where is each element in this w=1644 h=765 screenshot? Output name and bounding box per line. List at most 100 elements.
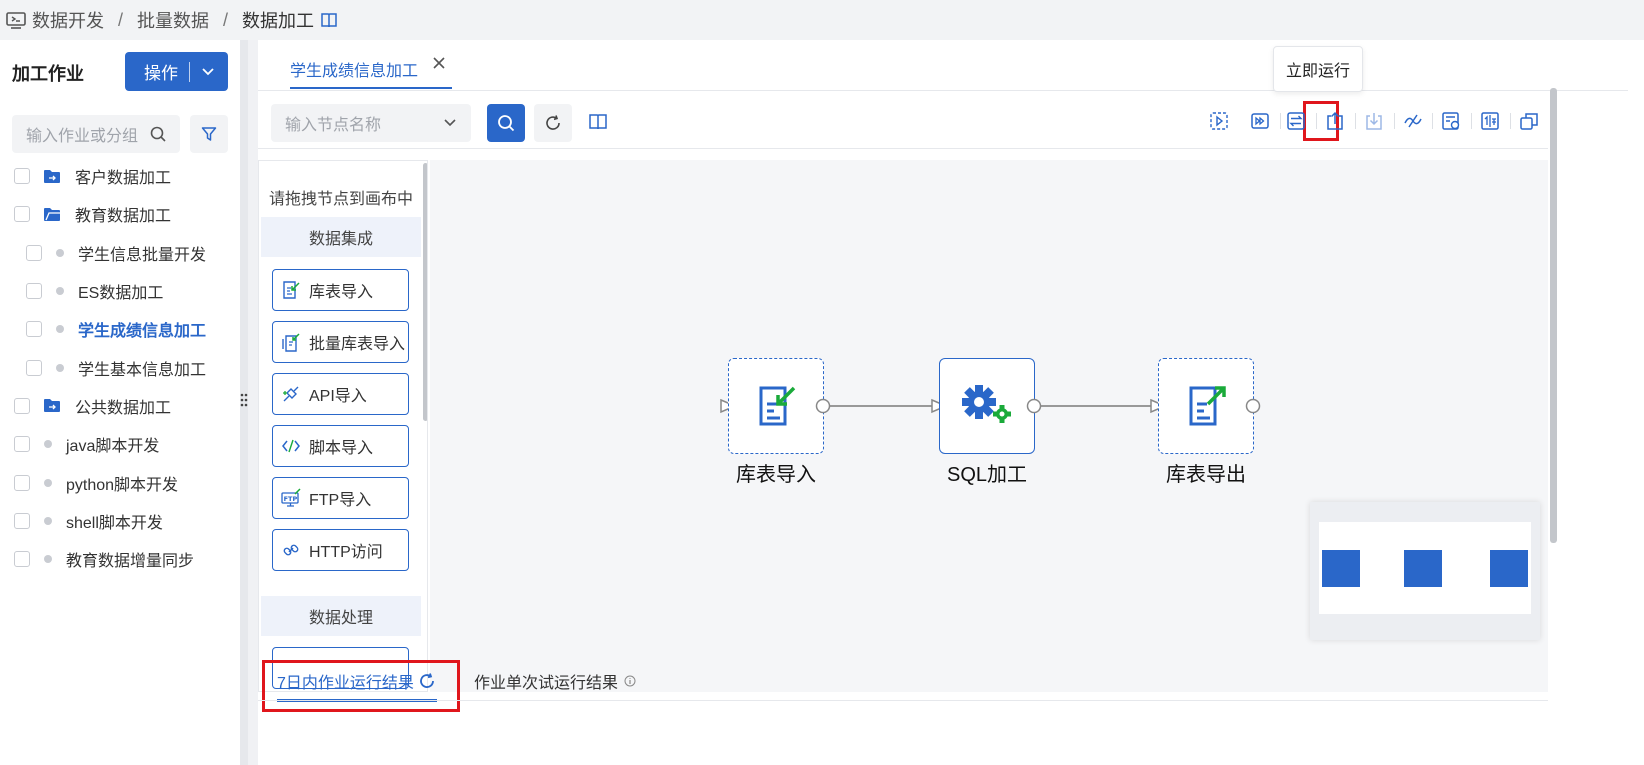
checkbox[interactable]: [14, 551, 30, 568]
checkbox[interactable]: [14, 168, 30, 185]
tree-item-label: 教育数据增量同步: [66, 553, 195, 571]
schedule-icon[interactable]: [1440, 110, 1462, 132]
flow-node-label: SQL加工: [946, 464, 1028, 486]
divider: [258, 148, 1548, 149]
checkbox[interactable]: [14, 436, 30, 453]
download-icon[interactable]: [1363, 110, 1385, 132]
tree-job-student-basic[interactable]: 学生基本信息加工: [0, 348, 240, 386]
refresh-button[interactable]: [534, 104, 572, 142]
folder-icon: [43, 169, 61, 184]
tree-job-python[interactable]: python脚本开发: [0, 463, 240, 501]
job-dot-icon: [44, 516, 52, 525]
tab-label: 作业单次试运行结果: [474, 675, 619, 692]
checkbox[interactable]: [26, 244, 42, 261]
tree-folder-public[interactable]: 公共数据加工: [0, 387, 240, 425]
node-search-placeholder: 输入节点名称: [285, 117, 382, 134]
operate-button-label: 操作: [144, 64, 178, 83]
tree-job-student-batch[interactable]: 学生信息批量开发: [0, 234, 240, 272]
search-icon: [497, 114, 515, 132]
run-now-icon[interactable]: [1249, 110, 1271, 132]
help-book-icon[interactable]: [320, 11, 338, 29]
tab-single-test-results[interactable]: 作业单次试运行结果: [474, 669, 636, 693]
palette-item-api-import[interactable]: API导入: [272, 373, 409, 415]
compare-icon[interactable]: [1479, 110, 1501, 132]
flow-edge[interactable]: [1040, 405, 1153, 407]
tree-job-java[interactable]: java脚本开发: [0, 425, 240, 463]
api-plug-icon: [281, 384, 301, 404]
checkbox[interactable]: [14, 397, 30, 414]
minimap-viewport[interactable]: [1319, 522, 1531, 614]
job-editor: 学生成绩信息加工 立即运行 输入节点名称 请拖拽节点到画布中 数据集成 库表导入…: [258, 40, 1644, 765]
code-icon: [281, 436, 301, 456]
node-search-button[interactable]: [487, 104, 525, 142]
tab-7day-run-results[interactable]: 7日内作业运行结果: [277, 669, 436, 693]
flow-node-table-export[interactable]: [1158, 358, 1254, 454]
checkbox[interactable]: [26, 283, 42, 300]
palette-item-script-import[interactable]: 脚本导入: [272, 425, 409, 467]
drag-handle-icon[interactable]: [239, 392, 249, 408]
tree-item-label: 客户数据加工: [75, 170, 172, 188]
minimap[interactable]: [1310, 502, 1540, 640]
divider: [258, 90, 1628, 91]
refresh-icon[interactable]: [418, 672, 436, 690]
switch-icon[interactable]: [1285, 110, 1307, 132]
vertical-scrollbar[interactable]: [1550, 88, 1557, 543]
chevron-down-icon: [443, 118, 457, 128]
node-search-select[interactable]: 输入节点名称: [271, 104, 471, 142]
debug-run-icon[interactable]: [1208, 110, 1230, 132]
tree-job-es[interactable]: ES数据加工: [0, 272, 240, 310]
publish-icon[interactable]: [1402, 110, 1424, 132]
flow-edge[interactable]: [828, 405, 933, 407]
operate-button[interactable]: 操作: [125, 52, 228, 91]
tree-folder-customer[interactable]: 客户数据加工: [0, 157, 240, 195]
search-icon[interactable]: [150, 126, 166, 142]
minimap-node: [1404, 550, 1442, 587]
table-import-icon: [281, 280, 301, 300]
job-search-placeholder: 输入作业或分组: [26, 128, 139, 145]
filter-button[interactable]: [190, 115, 228, 153]
toolbar-divider: [1394, 113, 1395, 129]
palette-item-http-access[interactable]: HTTP访问: [272, 529, 409, 571]
help-book-icon[interactable]: [588, 112, 608, 132]
palette-item-table-import[interactable]: 库表导入: [272, 269, 409, 311]
tree-folder-education[interactable]: 教育数据加工: [0, 195, 240, 233]
tree-item-label: 公共数据加工: [75, 399, 172, 417]
flow-node-sql-process[interactable]: [939, 358, 1035, 454]
job-dot-icon: [44, 440, 52, 449]
palette-scrollbar[interactable]: [423, 163, 427, 421]
checkbox[interactable]: [26, 359, 42, 376]
checkbox[interactable]: [14, 474, 30, 491]
upload-icon[interactable]: [1324, 110, 1346, 132]
job-dot-icon: [56, 325, 64, 334]
close-icon[interactable]: [432, 56, 446, 70]
checkbox[interactable]: [26, 321, 42, 338]
checkbox[interactable]: [14, 206, 30, 223]
copy-icon[interactable]: [1518, 110, 1540, 132]
checkbox[interactable]: [14, 512, 30, 529]
breadcrumb-item-batch-data[interactable]: 批量数据: [137, 7, 209, 33]
toolbar-divider: [1280, 113, 1281, 129]
flow-node-table-import[interactable]: [728, 358, 824, 454]
tree-job-edu-sync[interactable]: 教育数据增量同步: [0, 540, 240, 578]
table-export-icon: [1182, 382, 1230, 430]
tree-job-student-score[interactable]: 学生成绩信息加工: [0, 310, 240, 348]
button-divider: [189, 61, 190, 82]
tree-item-label: 学生基本信息加工: [78, 361, 207, 379]
palette-item-ftp-import[interactable]: FTP FTP导入: [272, 477, 409, 519]
job-dot-icon: [56, 363, 64, 372]
palette-item-label: FTP导入: [309, 492, 372, 509]
output-port-icon[interactable]: [815, 398, 831, 414]
job-search-input[interactable]: 输入作业或分组: [12, 115, 180, 153]
palette-group-processing[interactable]: 数据处理: [261, 596, 421, 636]
flow-canvas[interactable]: 库表导入 SQL加工 库表导出: [430, 160, 1548, 692]
breadcrumb-item-data-dev[interactable]: 数据开发: [32, 7, 104, 33]
output-port-icon[interactable]: [1026, 398, 1042, 414]
palette-group-integration[interactable]: 数据集成: [261, 217, 421, 257]
tree-job-shell[interactable]: shell脚本开发: [0, 502, 240, 540]
tab-student-score[interactable]: 学生成绩信息加工: [290, 57, 418, 81]
palette-item-batch-table-import[interactable]: 批量库表导入: [272, 321, 409, 363]
toolbar-divider: [1471, 113, 1472, 129]
chevron-down-icon[interactable]: [201, 67, 215, 77]
output-port-icon[interactable]: [1245, 398, 1261, 414]
info-icon[interactable]: [624, 675, 636, 687]
